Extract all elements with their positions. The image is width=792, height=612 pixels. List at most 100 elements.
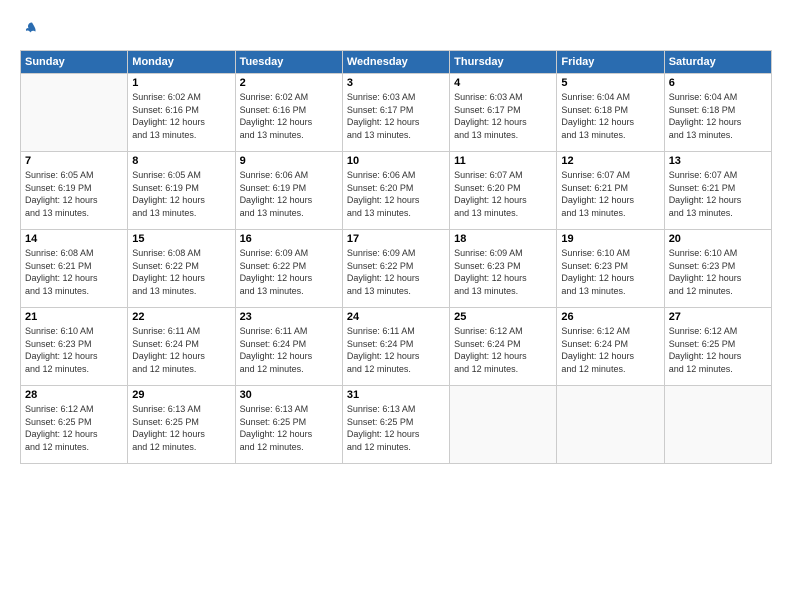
calendar-cell: 17 Sunrise: 6:09 AMSunset: 6:22 PMDayligh… xyxy=(342,230,449,308)
weekday-header: Sunday xyxy=(21,51,128,74)
day-info: Sunrise: 6:10 AMSunset: 6:23 PMDaylight:… xyxy=(561,247,659,297)
day-info: Sunrise: 6:11 AMSunset: 6:24 PMDaylight:… xyxy=(132,325,230,375)
calendar-cell: 14Sunrise: 6:08 AMSunset: 6:21 PMDayligh… xyxy=(21,230,128,308)
day-info: Sunrise: 6:04 AMSunset: 6:18 PMDaylight:… xyxy=(669,91,767,141)
day-number: 13 xyxy=(669,155,767,167)
day-info: Sunrise: 6:12 AMSunset: 6:25 PMDaylight:… xyxy=(25,403,123,453)
day-info: Sunrise: 6:06 AMSunset: 6:20 PMDaylight:… xyxy=(347,169,445,219)
day-number: 17 xyxy=(347,233,445,245)
day-number: 5 xyxy=(561,77,659,89)
day-number: 15 xyxy=(132,233,230,245)
day-number: 31 xyxy=(347,389,445,401)
logo-bird-icon xyxy=(22,20,42,40)
day-info: Sunrise: 6:06 AMSunset: 6:19 PMDaylight:… xyxy=(240,169,338,219)
calendar-cell: 5Sunrise: 6:04 AMSunset: 6:18 PMDaylight… xyxy=(557,74,664,152)
day-info: Sunrise: 6:05 AMSunset: 6:19 PMDaylight:… xyxy=(132,169,230,219)
day-number: 1 xyxy=(132,77,230,89)
day-info: Sunrise: 6:07 AMSunset: 6:21 PMDaylight:… xyxy=(561,169,659,219)
calendar-cell: 1 Sunrise: 6:02 AMSunset: 6:16 PMDaylight… xyxy=(128,74,235,152)
day-info: Sunrise: 6:02 AMSunset: 6:16 PMDaylight:… xyxy=(132,91,230,141)
day-number: 16 xyxy=(240,233,338,245)
calendar-cell xyxy=(450,386,557,464)
day-info: Sunrise: 6:09 AMSunset: 6:22 PMDaylight:… xyxy=(347,247,445,297)
day-info: Sunrise: 6:13 AMSunset: 6:25 PMDaylight:… xyxy=(347,403,445,453)
day-number: 21 xyxy=(25,311,123,323)
day-number: 2 xyxy=(240,77,338,89)
calendar-cell: 26 Sunrise: 6:12 AMSunset: 6:24 PMDayligh… xyxy=(557,308,664,386)
weekday-header: Thursday xyxy=(450,51,557,74)
calendar-cell: 18Sunrise: 6:09 AMSunset: 6:23 PMDayligh… xyxy=(450,230,557,308)
calendar-cell: 29 Sunrise: 6:13 AMSunset: 6:25 PMDayligh… xyxy=(128,386,235,464)
calendar-cell: 27 Sunrise: 6:12 AMSunset: 6:25 PMDayligh… xyxy=(664,308,771,386)
calendar-cell: 2Sunrise: 6:02 AMSunset: 6:16 PMDaylight… xyxy=(235,74,342,152)
calendar-cell: 13Sunrise: 6:07 AMSunset: 6:21 PMDayligh… xyxy=(664,152,771,230)
day-number: 11 xyxy=(454,155,552,167)
day-info: Sunrise: 6:11 AMSunset: 6:24 PMDaylight:… xyxy=(347,325,445,375)
weekday-header: Friday xyxy=(557,51,664,74)
day-number: 8 xyxy=(132,155,230,167)
calendar-cell: 23 Sunrise: 6:11 AMSunset: 6:24 PMDayligh… xyxy=(235,308,342,386)
calendar-week-row: 7 Sunrise: 6:05 AMSunset: 6:19 PMDaylight… xyxy=(21,152,772,230)
day-number: 4 xyxy=(454,77,552,89)
calendar-cell: 30 Sunrise: 6:13 AMSunset: 6:25 PMDayligh… xyxy=(235,386,342,464)
logo xyxy=(20,20,42,40)
page: SundayMondayTuesdayWednesdayThursdayFrid… xyxy=(0,0,792,612)
calendar-cell: 12Sunrise: 6:07 AMSunset: 6:21 PMDayligh… xyxy=(557,152,664,230)
weekday-header: Saturday xyxy=(664,51,771,74)
day-info: Sunrise: 6:13 AMSunset: 6:25 PMDaylight:… xyxy=(240,403,338,453)
day-number: 22 xyxy=(132,311,230,323)
day-number: 10 xyxy=(347,155,445,167)
calendar-cell: 10 Sunrise: 6:06 AMSunset: 6:20 PMDayligh… xyxy=(342,152,449,230)
day-info: Sunrise: 6:07 AMSunset: 6:20 PMDaylight:… xyxy=(454,169,552,219)
calendar-cell: 6 Sunrise: 6:04 AMSunset: 6:18 PMDaylight… xyxy=(664,74,771,152)
calendar-cell: 19 Sunrise: 6:10 AMSunset: 6:23 PMDayligh… xyxy=(557,230,664,308)
calendar-cell: 16 Sunrise: 6:09 AMSunset: 6:22 PMDayligh… xyxy=(235,230,342,308)
calendar-cell: 25Sunrise: 6:12 AMSunset: 6:24 PMDayligh… xyxy=(450,308,557,386)
calendar-cell: 28 Sunrise: 6:12 AMSunset: 6:25 PMDayligh… xyxy=(21,386,128,464)
calendar-cell xyxy=(664,386,771,464)
calendar-cell: 20 Sunrise: 6:10 AMSunset: 6:23 PMDayligh… xyxy=(664,230,771,308)
day-info: Sunrise: 6:09 AMSunset: 6:23 PMDaylight:… xyxy=(454,247,552,297)
day-info: Sunrise: 6:10 AMSunset: 6:23 PMDaylight:… xyxy=(669,247,767,297)
weekday-header: Monday xyxy=(128,51,235,74)
day-info: Sunrise: 6:12 AMSunset: 6:25 PMDaylight:… xyxy=(669,325,767,375)
day-info: Sunrise: 6:03 AMSunset: 6:17 PMDaylight:… xyxy=(347,91,445,141)
day-info: Sunrise: 6:12 AMSunset: 6:24 PMDaylight:… xyxy=(561,325,659,375)
calendar-cell: 4 Sunrise: 6:03 AMSunset: 6:17 PMDaylight… xyxy=(450,74,557,152)
day-number: 26 xyxy=(561,311,659,323)
day-number: 6 xyxy=(669,77,767,89)
calendar-cell xyxy=(21,74,128,152)
calendar-cell: 9 Sunrise: 6:06 AMSunset: 6:19 PMDaylight… xyxy=(235,152,342,230)
day-number: 30 xyxy=(240,389,338,401)
weekday-header: Tuesday xyxy=(235,51,342,74)
day-number: 19 xyxy=(561,233,659,245)
calendar-cell: 15 Sunrise: 6:08 AMSunset: 6:22 PMDayligh… xyxy=(128,230,235,308)
day-info: Sunrise: 6:03 AMSunset: 6:17 PMDaylight:… xyxy=(454,91,552,141)
day-number: 28 xyxy=(25,389,123,401)
day-info: Sunrise: 6:10 AMSunset: 6:23 PMDaylight:… xyxy=(25,325,123,375)
calendar-cell: 8 Sunrise: 6:05 AMSunset: 6:19 PMDaylight… xyxy=(128,152,235,230)
day-info: Sunrise: 6:13 AMSunset: 6:25 PMDaylight:… xyxy=(132,403,230,453)
day-number: 25 xyxy=(454,311,552,323)
day-info: Sunrise: 6:08 AMSunset: 6:22 PMDaylight:… xyxy=(132,247,230,297)
day-number: 29 xyxy=(132,389,230,401)
calendar-cell: 24 Sunrise: 6:11 AMSunset: 6:24 PMDayligh… xyxy=(342,308,449,386)
day-number: 27 xyxy=(669,311,767,323)
calendar-week-row: 1 Sunrise: 6:02 AMSunset: 6:16 PMDaylight… xyxy=(21,74,772,152)
day-number: 9 xyxy=(240,155,338,167)
day-number: 20 xyxy=(669,233,767,245)
calendar-week-row: 28 Sunrise: 6:12 AMSunset: 6:25 PMDayligh… xyxy=(21,386,772,464)
weekday-header: Wednesday xyxy=(342,51,449,74)
day-number: 24 xyxy=(347,311,445,323)
day-info: Sunrise: 6:09 AMSunset: 6:22 PMDaylight:… xyxy=(240,247,338,297)
day-number: 23 xyxy=(240,311,338,323)
day-number: 7 xyxy=(25,155,123,167)
day-info: Sunrise: 6:05 AMSunset: 6:19 PMDaylight:… xyxy=(25,169,123,219)
calendar-week-row: 21 Sunrise: 6:10 AMSunset: 6:23 PMDayligh… xyxy=(21,308,772,386)
header xyxy=(20,20,772,40)
day-info: Sunrise: 6:11 AMSunset: 6:24 PMDaylight:… xyxy=(240,325,338,375)
day-number: 3 xyxy=(347,77,445,89)
calendar-table: SundayMondayTuesdayWednesdayThursdayFrid… xyxy=(20,50,772,464)
calendar-cell xyxy=(557,386,664,464)
calendar-cell: 21 Sunrise: 6:10 AMSunset: 6:23 PMDayligh… xyxy=(21,308,128,386)
